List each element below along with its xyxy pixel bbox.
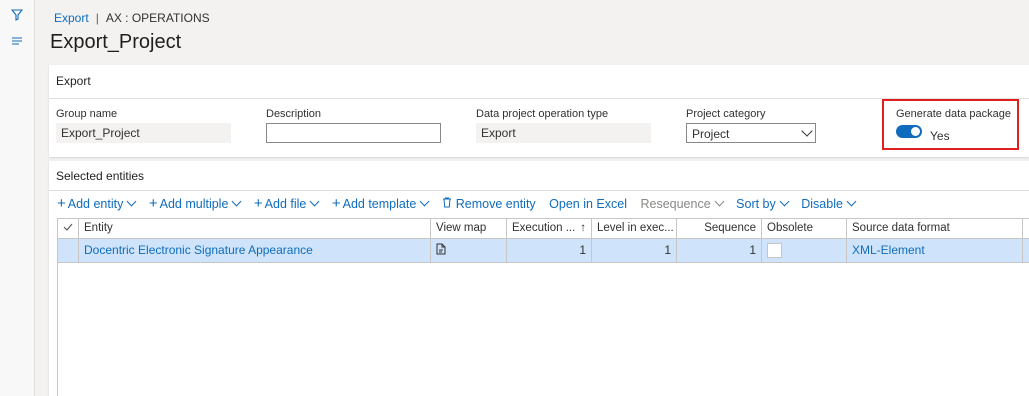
entity-cell[interactable]: Docentric Electronic Signature Appearanc… <box>79 239 431 262</box>
breadcrumb-context: AX : OPERATIONS <box>105 11 210 25</box>
breadcrumb-separator: | <box>95 11 99 25</box>
page-title: Export_Project <box>50 31 182 53</box>
project-category-select[interactable]: Project <box>686 123 816 143</box>
breadcrumb: Export | AX : OPERATIONS <box>54 11 210 25</box>
resequence-button[interactable]: Resequence <box>640 196 725 211</box>
source-data-format-cell[interactable]: XML-Element <box>847 239 1023 262</box>
add-multiple-button[interactable]: + Add multiple <box>148 195 242 212</box>
add-file-label: Add file <box>264 197 307 211</box>
level-cell[interactable]: 1 <box>592 239 677 262</box>
description-field[interactable] <box>266 123 441 143</box>
column-header-source-data-format[interactable]: Source data format <box>847 219 1023 239</box>
hamburger-icon[interactable] <box>10 35 24 49</box>
entities-grid: Entity View map Execution ... ↑ Level in … <box>57 218 1029 396</box>
remove-entity-button[interactable]: Remove entity <box>442 197 536 211</box>
highlight-box <box>882 99 1019 150</box>
sort-ascending-icon: ↑ <box>580 222 586 234</box>
plus-icon: + <box>331 195 341 212</box>
document-icon[interactable] <box>436 243 446 257</box>
column-header-obsolete[interactable]: Obsolete <box>762 219 847 239</box>
export-section-title[interactable]: Export <box>56 74 91 88</box>
resequence-label: Resequence <box>640 197 711 211</box>
chevron-down-icon <box>846 196 857 207</box>
obsolete-cell <box>762 239 847 262</box>
column-header-execution-label: Execution ... <box>512 222 576 234</box>
chevron-down-icon <box>801 125 813 137</box>
sort-by-button[interactable]: Sort by <box>736 196 790 211</box>
chevron-down-icon <box>714 196 725 207</box>
plus-icon: + <box>148 195 158 212</box>
add-template-label: Add template <box>342 197 417 211</box>
obsolete-checkbox[interactable] <box>767 243 782 258</box>
filter-icon[interactable] <box>10 9 24 23</box>
grid-header: Entity View map Execution ... ↑ Level in … <box>58 218 1029 239</box>
trash-icon <box>442 197 456 211</box>
description-label: Description <box>266 108 322 120</box>
add-template-button[interactable]: + Add template <box>331 195 430 212</box>
select-all-checkmark-icon[interactable] <box>58 219 79 239</box>
plus-icon: + <box>253 195 263 212</box>
column-header-sequence[interactable]: Sequence <box>677 219 762 239</box>
column-header-next[interactable] <box>1023 219 1029 239</box>
chevron-down-icon <box>231 196 242 207</box>
execution-cell[interactable]: 1 <box>507 239 592 262</box>
column-header-level[interactable]: Level in exec... <box>592 219 677 239</box>
chevron-down-icon <box>126 196 137 207</box>
divider <box>49 190 1029 191</box>
operation-type-field[interactable]: Export <box>476 123 651 143</box>
operation-type-label: Data project operation type <box>476 108 609 120</box>
column-header-entity[interactable]: Entity <box>79 219 431 239</box>
breadcrumb-link-export[interactable]: Export <box>54 11 89 25</box>
entities-toolbar: + Add entity + Add multiple + Add file + Add… <box>57 195 865 213</box>
view-map-cell[interactable] <box>431 239 507 262</box>
sequence-cell[interactable]: 1 <box>677 239 762 262</box>
open-in-excel-button[interactable]: Open in Excel <box>549 197 627 211</box>
add-entity-label: Add entity <box>67 197 124 211</box>
row-select-cell[interactable] <box>58 239 79 262</box>
selected-entities-title[interactable]: Selected entities <box>56 169 144 183</box>
chevron-down-icon <box>779 196 790 207</box>
project-category-label: Project category <box>686 108 766 120</box>
next-column-cell[interactable] <box>1023 239 1029 262</box>
add-entity-button[interactable]: + Add entity <box>57 195 137 212</box>
remove-entity-label: Remove entity <box>455 197 536 211</box>
project-category-value: Project <box>692 127 730 141</box>
chevron-down-icon <box>419 196 430 207</box>
disable-label: Disable <box>801 197 843 211</box>
add-file-button[interactable]: + Add file <box>253 195 320 212</box>
column-header-execution[interactable]: Execution ... ↑ <box>507 219 592 239</box>
table-row[interactable]: Docentric Electronic Signature Appearanc… <box>58 239 1029 263</box>
left-nav-bar <box>0 0 35 396</box>
disable-button[interactable]: Disable <box>801 196 857 211</box>
plus-icon: + <box>57 195 66 212</box>
chevron-down-icon <box>309 196 320 207</box>
group-name-label: Group name <box>56 108 118 120</box>
group-name-field[interactable]: Export_Project <box>56 123 231 143</box>
add-multiple-label: Add multiple <box>159 197 229 211</box>
sort-by-label: Sort by <box>736 197 776 211</box>
column-header-view-map[interactable]: View map <box>431 219 507 239</box>
